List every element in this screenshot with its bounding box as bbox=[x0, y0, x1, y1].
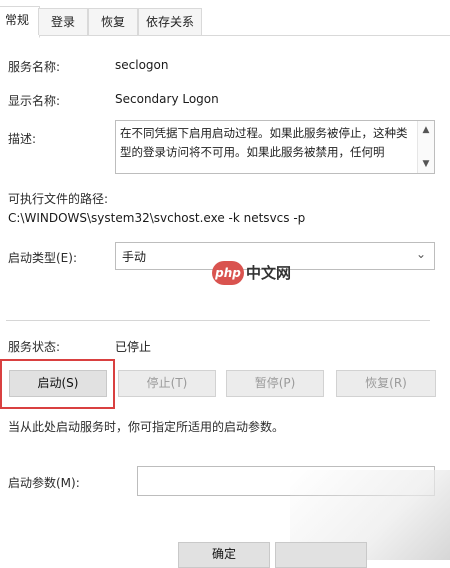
resume-button[interactable]: 恢复(R) bbox=[336, 370, 436, 397]
stop-button[interactable]: 停止(T) bbox=[118, 370, 216, 397]
service-name-value: seclogon bbox=[115, 58, 169, 72]
service-status-label: 服务状态: bbox=[8, 340, 61, 354]
start-params-label: 启动参数(M): bbox=[8, 476, 80, 490]
description-box[interactable]: 在不同凭据下启用启动过程。如果此服务被停止，这种类型的登录访问将不可用。如果此服… bbox=[115, 120, 435, 174]
php-watermark: php 中文网 bbox=[212, 259, 302, 287]
tab-dependencies[interactable]: 依存关系 bbox=[138, 8, 202, 35]
service-name-label: 服务名称: bbox=[8, 60, 61, 74]
description-text: 在不同凭据下启用启动过程。如果此服务被停止，这种类型的登录访问将不可用。如果此服… bbox=[120, 126, 408, 159]
start-params-hint: 当从此处启动服务时，你可指定所适用的启动参数。 bbox=[8, 420, 285, 434]
description-label: 描述: bbox=[8, 132, 37, 146]
chevron-down-icon: ⌄ bbox=[415, 247, 426, 261]
scroll-down-icon[interactable]: ▼ bbox=[421, 159, 431, 169]
tab-logon[interactable]: 登录 bbox=[38, 8, 88, 35]
tab-bar: 常规 登录 恢复 依存关系 bbox=[0, 0, 450, 38]
php-logo: php bbox=[212, 261, 244, 285]
scroll-up-icon[interactable]: ▲ bbox=[421, 125, 431, 135]
tab-recovery[interactable]: 恢复 bbox=[88, 8, 138, 35]
cancel-button[interactable] bbox=[275, 542, 367, 568]
pause-button[interactable]: 暂停(P) bbox=[226, 370, 324, 397]
startup-type-label: 启动类型(E): bbox=[8, 251, 77, 265]
tab-general[interactable]: 常规 bbox=[0, 6, 40, 38]
ok-button[interactable]: 确定 bbox=[178, 542, 270, 568]
description-scrollbar[interactable]: ▲ ▼ bbox=[417, 121, 434, 173]
watermark-text: 中文网 bbox=[246, 264, 292, 282]
display-name-label: 显示名称: bbox=[8, 94, 61, 108]
start-button[interactable]: 启动(S) bbox=[9, 370, 107, 397]
startup-type-value: 手动 bbox=[122, 250, 147, 264]
display-name-value: Secondary Logon bbox=[115, 92, 219, 106]
executable-path-label: 可执行文件的路径: bbox=[8, 192, 109, 206]
executable-path-value: C:\WINDOWS\system32\svchost.exe -k netsv… bbox=[8, 211, 306, 225]
service-status-value: 已停止 bbox=[115, 340, 152, 354]
divider bbox=[6, 320, 430, 321]
